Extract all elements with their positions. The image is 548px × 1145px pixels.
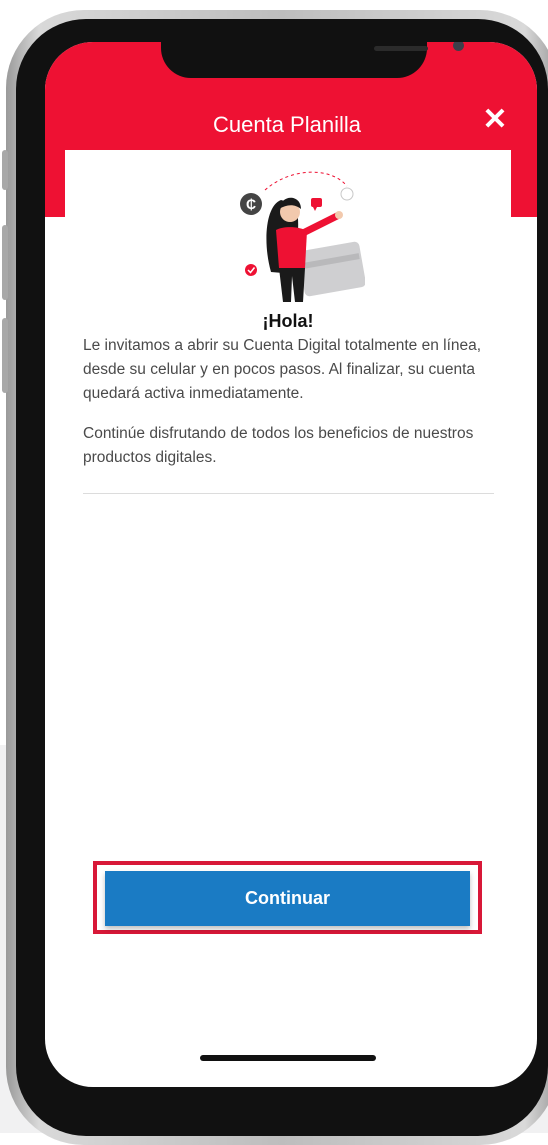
benefits-paragraph: Continúe disfrutando de todos los benefi… (83, 425, 474, 466)
page-title: Cuenta Planilla (213, 112, 361, 137)
divider (83, 493, 494, 494)
mute-switch (2, 150, 8, 190)
intro-paragraph: Le invitamos a abrir su Cuenta Digital t… (83, 337, 482, 402)
phone-screen: Cuenta Planilla ✕ ₵ ¡Hola! Le invitamos … (45, 42, 537, 1087)
continue-button[interactable]: Continuar (105, 871, 470, 926)
home-indicator[interactable] (200, 1055, 376, 1061)
woman-with-card-illustration: ₵ (240, 171, 365, 302)
notch (161, 42, 464, 78)
greeting-heading: ¡Hola! (262, 311, 314, 331)
close-icon[interactable]: ✕ (477, 102, 513, 138)
volume-down-button (2, 318, 8, 393)
svg-text:₵: ₵ (246, 196, 256, 212)
speaker-grille (374, 46, 428, 51)
volume-up-button (2, 225, 8, 300)
